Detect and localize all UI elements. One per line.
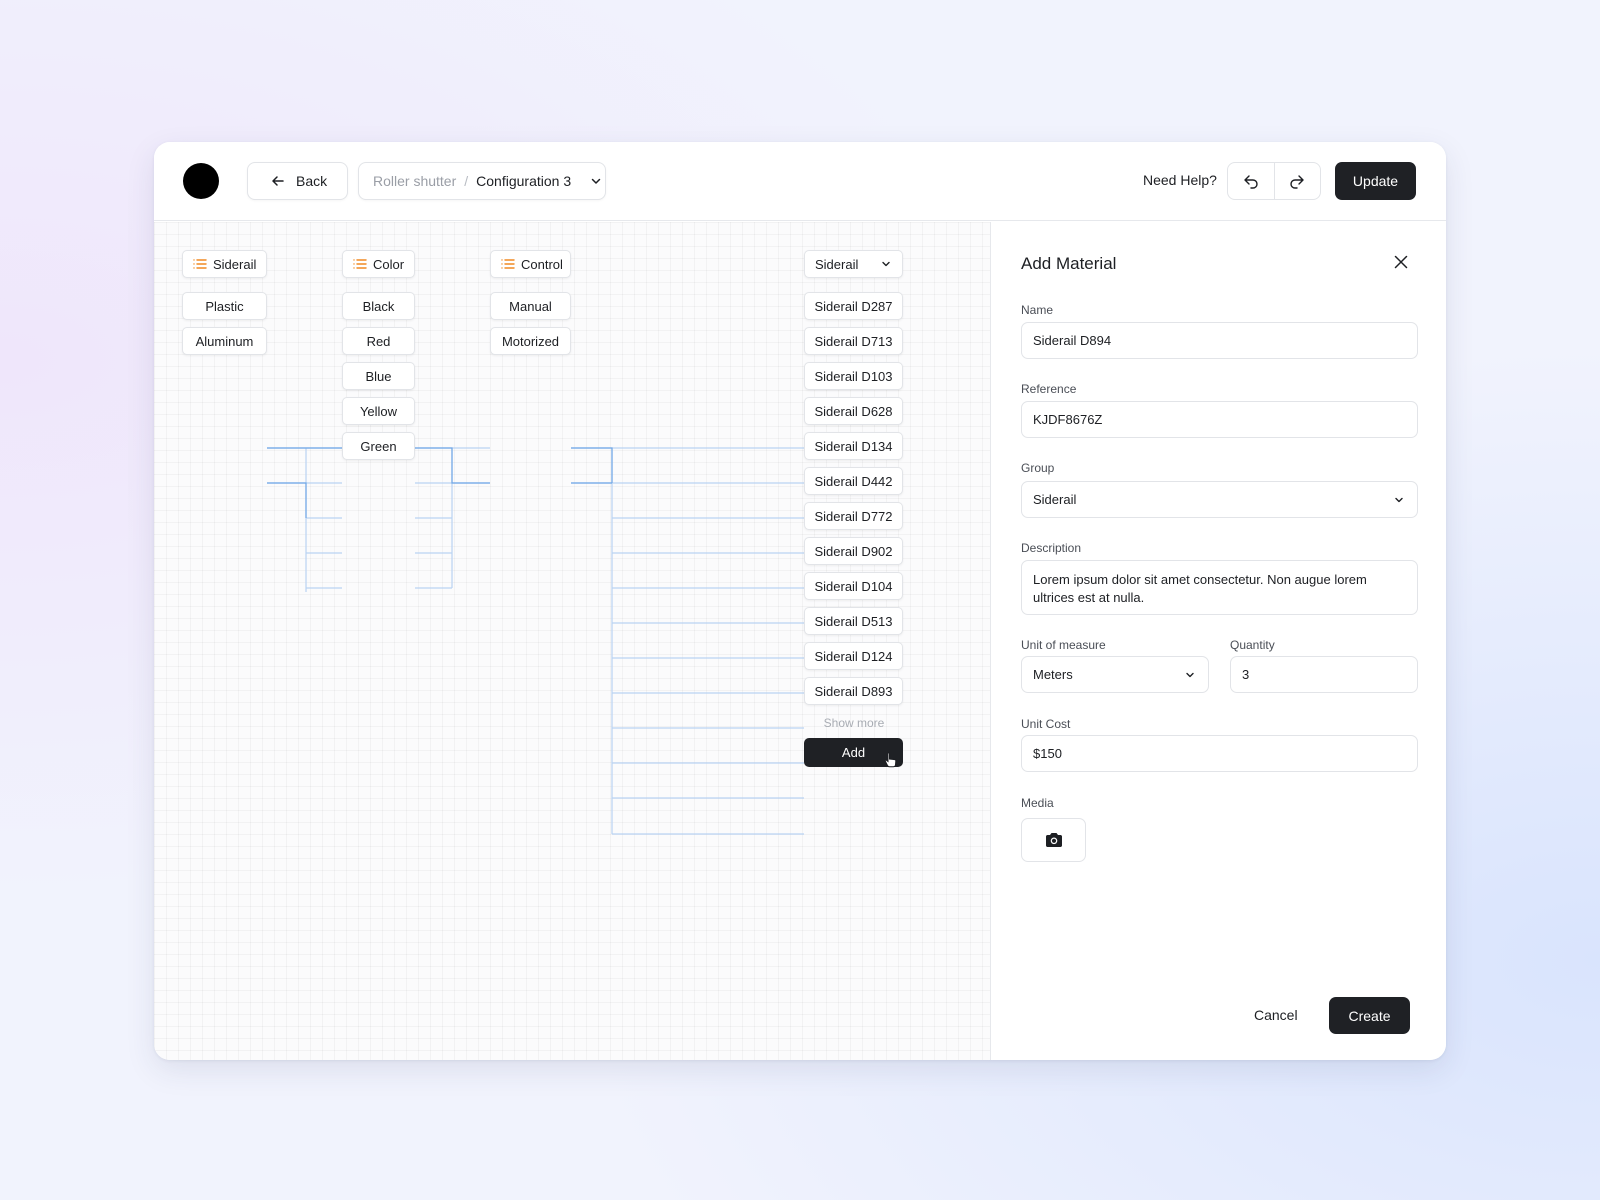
description-label: Description <box>1021 541 1082 555</box>
color-node-yellow[interactable]: Yellow <box>342 397 415 425</box>
color-node-black[interactable]: Black <box>342 292 415 320</box>
undo-icon <box>1244 175 1258 189</box>
column-header-label: Control <box>521 256 563 272</box>
unit-of-measure-select[interactable]: Meters <box>1021 656 1209 693</box>
siderail-node[interactable]: Siderail D772 <box>804 502 903 530</box>
redo-button[interactable] <box>1273 163 1320 199</box>
list-icon <box>193 259 207 269</box>
color-node-green[interactable]: Green <box>342 432 415 460</box>
arrow-left-icon <box>272 176 284 186</box>
material-group-value: Siderail <box>815 256 859 272</box>
redo-icon <box>1290 175 1305 189</box>
quantity-field[interactable]: 3 <box>1230 656 1418 693</box>
chevron-down-icon[interactable] <box>589 174 603 188</box>
breadcrumb-separator: / <box>464 173 469 189</box>
need-help-link[interactable]: Need Help? <box>1143 172 1217 188</box>
undo-button[interactable] <box>1228 163 1274 199</box>
top-bar: Back Roller shutter / Configuration 3 Ne… <box>154 142 1446 221</box>
siderail-node[interactable]: Siderail D124 <box>804 642 903 670</box>
history-controls <box>1227 162 1321 200</box>
siderail-node[interactable]: Siderail D104 <box>804 572 903 600</box>
create-button[interactable]: Create <box>1329 997 1410 1034</box>
list-icon <box>353 259 367 269</box>
logo <box>183 163 219 199</box>
breadcrumb-current[interactable]: Configuration 3 <box>476 173 571 189</box>
camera-icon <box>1045 833 1062 847</box>
control-node-motorized[interactable]: Motorized <box>490 327 571 355</box>
siderail-node[interactable]: Siderail D628 <box>804 397 903 425</box>
reference-label: Reference <box>1021 382 1077 396</box>
siderail-node[interactable]: Siderail D134 <box>804 432 903 460</box>
name-label: Name <box>1021 303 1054 317</box>
column-header-color[interactable]: Color <box>342 250 415 278</box>
back-button[interactable]: Back <box>247 162 348 200</box>
config-canvas[interactable]: Siderail Color Control Siderail Plastic … <box>154 222 991 1060</box>
column-header-control[interactable]: Control <box>490 250 571 278</box>
siderail-node[interactable]: Siderail D893 <box>804 677 903 705</box>
chevron-down-icon <box>1395 497 1403 502</box>
column-header-label: Color <box>373 256 405 272</box>
breadcrumb[interactable]: Roller shutter / Configuration 3 <box>358 162 606 200</box>
breadcrumb-parent[interactable]: Roller shutter <box>373 173 456 189</box>
column-header-siderail[interactable]: Siderail <box>182 250 267 278</box>
group-select[interactable]: Siderail <box>1021 481 1418 518</box>
cancel-button[interactable]: Cancel <box>1254 1007 1298 1023</box>
name-field[interactable]: Siderail D894 <box>1021 322 1418 359</box>
show-more-link[interactable]: Show more <box>804 716 904 730</box>
siderail-node[interactable]: Siderail D442 <box>804 467 903 495</box>
description-field[interactable]: Lorem ipsum dolor sit amet consectetur. … <box>1021 560 1418 615</box>
material-group-select[interactable]: Siderail <box>804 250 903 278</box>
siderail-node[interactable]: Siderail D287 <box>804 292 903 320</box>
group-label: Group <box>1021 461 1055 475</box>
chevron-down-icon <box>882 261 890 267</box>
siderail-node[interactable]: Siderail D902 <box>804 537 903 565</box>
material-node-aluminum[interactable]: Aluminum <box>182 327 267 355</box>
reference-field[interactable]: KJDF8676Z <box>1021 401 1418 438</box>
siderail-node[interactable]: Siderail D713 <box>804 327 903 355</box>
media-label: Media <box>1021 796 1054 810</box>
unit-of-measure-value: Meters <box>1033 667 1073 682</box>
add-material-panel: Add Material Name Siderail D894 Referenc… <box>992 222 1446 1060</box>
media-upload-button[interactable] <box>1021 818 1086 862</box>
quantity-label: Quantity <box>1230 638 1275 652</box>
unit-cost-field[interactable]: $150 <box>1021 735 1418 772</box>
siderail-node[interactable]: Siderail D513 <box>804 607 903 635</box>
pointer-cursor-icon <box>884 752 897 768</box>
chevron-down-icon <box>1186 672 1194 677</box>
unit-of-measure-label: Unit of measure <box>1021 638 1106 652</box>
group-value: Siderail <box>1033 492 1077 507</box>
material-node-plastic[interactable]: Plastic <box>182 292 267 320</box>
column-header-label: Siderail <box>213 256 257 272</box>
update-button[interactable]: Update <box>1335 162 1416 200</box>
color-node-blue[interactable]: Blue <box>342 362 415 390</box>
color-node-red[interactable]: Red <box>342 327 415 355</box>
panel-title: Add Material <box>1021 254 1117 273</box>
app-window: Back Roller shutter / Configuration 3 Ne… <box>154 142 1446 1060</box>
close-icon[interactable] <box>1392 253 1410 271</box>
back-label: Back <box>296 173 328 189</box>
siderail-node[interactable]: Siderail D103 <box>804 362 903 390</box>
unit-cost-label: Unit Cost <box>1021 717 1071 731</box>
control-node-manual[interactable]: Manual <box>490 292 571 320</box>
list-icon <box>501 259 515 269</box>
